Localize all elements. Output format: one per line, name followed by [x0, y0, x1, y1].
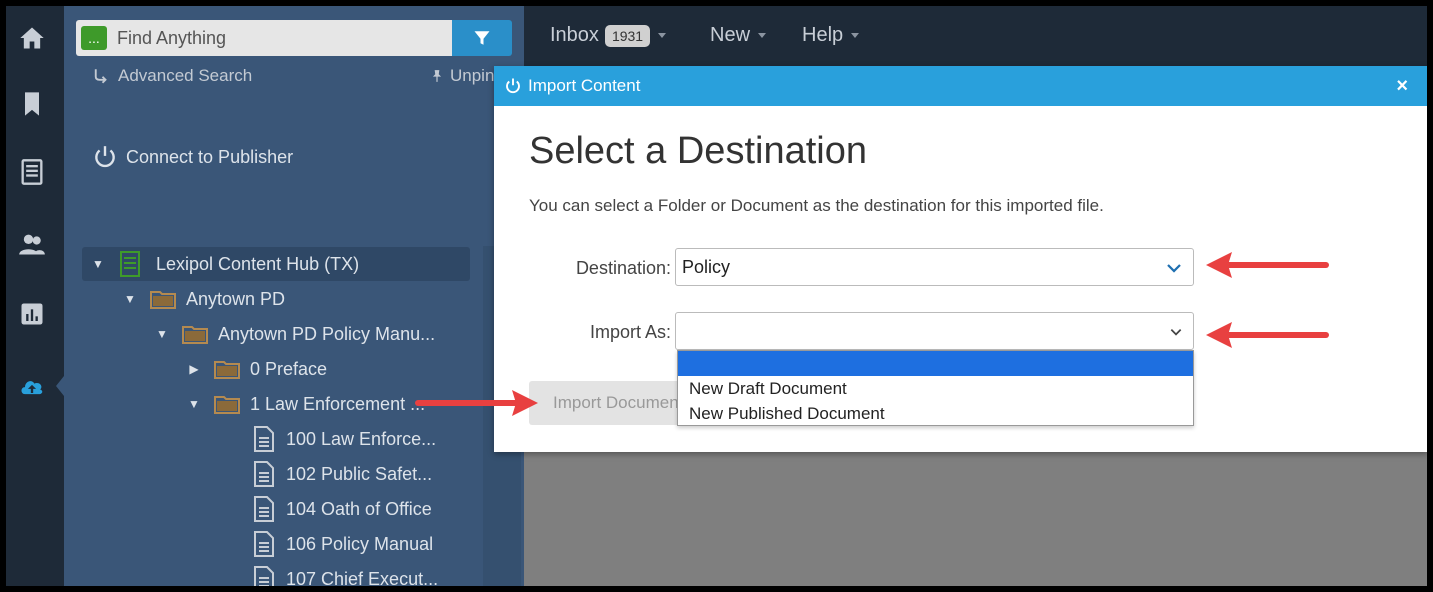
cloud-upload-icon[interactable] — [16, 370, 48, 402]
power-icon — [506, 78, 520, 94]
caret-down-icon[interactable]: ▼ — [154, 327, 170, 341]
folder-icon — [182, 326, 208, 344]
unpin-label: Unpin — [450, 66, 495, 85]
help-label: Help — [802, 24, 844, 46]
filter-icon — [474, 31, 490, 45]
chevron-down-icon — [1170, 329, 1182, 336]
tree-label: Anytown PD Policy Manu... — [218, 323, 436, 344]
import-as-select[interactable] — [675, 312, 1194, 350]
tree-node-document[interactable]: 104 Oath of Office — [254, 492, 432, 526]
new-menu[interactable]: New — [710, 24, 767, 47]
folder-icon — [214, 361, 240, 379]
document-icon — [254, 566, 274, 586]
tree-label: 106 Policy Manual — [286, 533, 434, 554]
tree-node-hub[interactable]: ▼ Lexipol Content Hub (TX) — [82, 247, 470, 281]
modal-header: Import Content × — [494, 66, 1427, 106]
import-as-label: Import As: — [589, 322, 671, 342]
modal-header-title: Import Content — [528, 76, 641, 95]
annotation-arrow-left-icon — [1206, 322, 1329, 348]
active-pointer — [56, 376, 64, 396]
tree-label: 107 Chief Execut... — [286, 568, 439, 587]
tree-label: 1 Law Enforcement ... — [250, 393, 426, 414]
tree-node-folder[interactable]: ▼ Anytown PD Policy Manu... — [154, 317, 435, 351]
filter-button[interactable] — [452, 20, 512, 56]
tree-label: 104 Oath of Office — [286, 498, 432, 519]
annotation-arrow-left-icon — [1206, 252, 1329, 278]
unpin-button[interactable]: Unpin — [430, 66, 494, 86]
bookmark-icon[interactable] — [16, 88, 48, 120]
caret-down-icon[interactable]: ▼ — [90, 257, 106, 271]
folder-icon — [150, 291, 176, 309]
top-nav: Inbox 1931 New Help — [524, 6, 1427, 68]
tree-node-folder[interactable]: ▼ 1 Law Enforcement ... — [186, 387, 425, 421]
chevron-down-icon — [758, 33, 767, 38]
dropdown-option-empty[interactable] — [678, 351, 1193, 376]
help-menu[interactable]: Help — [802, 24, 860, 47]
tree-node-folder[interactable]: ▶ 0 Preface — [186, 352, 327, 386]
advanced-search-link[interactable]: Advanced Search — [92, 66, 252, 86]
return-arrow-icon — [94, 69, 107, 84]
search-input[interactable]: ... Find Anything — [76, 20, 452, 56]
inbox-menu[interactable]: Inbox 1931 — [550, 24, 667, 47]
app-frame: ... Find Anything Advanced Search Unpin … — [6, 6, 1427, 586]
connect-publisher-link[interactable]: Connect to Publisher — [92, 144, 293, 170]
inbox-label: Inbox — [550, 24, 599, 46]
close-icon[interactable]: × — [1396, 75, 1408, 98]
advanced-search-label: Advanced Search — [118, 66, 253, 85]
home-icon[interactable] — [16, 22, 48, 54]
annotation-arrow-right-icon — [415, 390, 538, 416]
document-icon — [254, 496, 274, 522]
users-icon[interactable] — [16, 228, 48, 260]
import-document-button[interactable]: Import Document — [529, 381, 689, 425]
import-as-dropdown: New Draft Document New Published Documen… — [677, 350, 1194, 426]
dropdown-option-published[interactable]: New Published Document — [678, 401, 1193, 426]
destination-value: Policy — [682, 256, 731, 277]
pin-icon — [432, 70, 442, 82]
tree-label: Anytown PD — [186, 288, 286, 309]
new-label: New — [710, 24, 751, 46]
tree-node-document[interactable]: 107 Chief Execut... — [254, 562, 438, 586]
tree-node-document[interactable]: 106 Policy Manual — [254, 527, 433, 561]
inbox-count-badge: 1931 — [604, 24, 651, 47]
caret-down-icon[interactable]: ▼ — [122, 292, 138, 306]
document-icon — [254, 426, 274, 452]
chevron-down-icon — [851, 33, 860, 38]
caret-right-icon[interactable]: ▶ — [186, 362, 202, 376]
chevron-down-icon — [658, 33, 667, 38]
chevron-down-icon — [1167, 264, 1181, 273]
side-panel: ... Find Anything Advanced Search Unpin … — [64, 6, 524, 586]
tree-node-document[interactable]: 100 Law Enforce... — [254, 422, 436, 456]
caret-down-icon[interactable]: ▼ — [186, 397, 202, 411]
document-icon — [254, 461, 274, 487]
green-book-icon — [120, 251, 140, 277]
tree-label: 100 Law Enforce... — [286, 428, 437, 449]
tree-node-document[interactable]: 102 Public Safet... — [254, 457, 432, 491]
document-icon[interactable] — [16, 156, 48, 188]
dropdown-option-draft[interactable]: New Draft Document — [678, 376, 1193, 401]
tree-label: Lexipol Content Hub (TX) — [156, 253, 360, 274]
destination-select[interactable]: Policy — [675, 248, 1194, 286]
icon-rail — [6, 6, 64, 586]
tree-node-folder[interactable]: ▼ Anytown PD — [122, 282, 285, 316]
search-placeholder: Find Anything — [117, 27, 227, 48]
folder-icon — [214, 396, 240, 414]
modal-description: You can select a Folder or Document as t… — [529, 196, 1104, 215]
chart-icon[interactable] — [16, 298, 48, 330]
connect-label: Connect to Publisher — [126, 146, 294, 167]
tree-label: 102 Public Safet... — [286, 463, 433, 484]
search-badge[interactable]: ... — [81, 26, 107, 50]
tree-label: 0 Preface — [250, 358, 328, 379]
destination-label: Destination: — [575, 258, 671, 278]
document-icon — [254, 531, 274, 557]
modal-title: Select a Destination — [529, 130, 867, 172]
power-icon — [95, 146, 115, 168]
